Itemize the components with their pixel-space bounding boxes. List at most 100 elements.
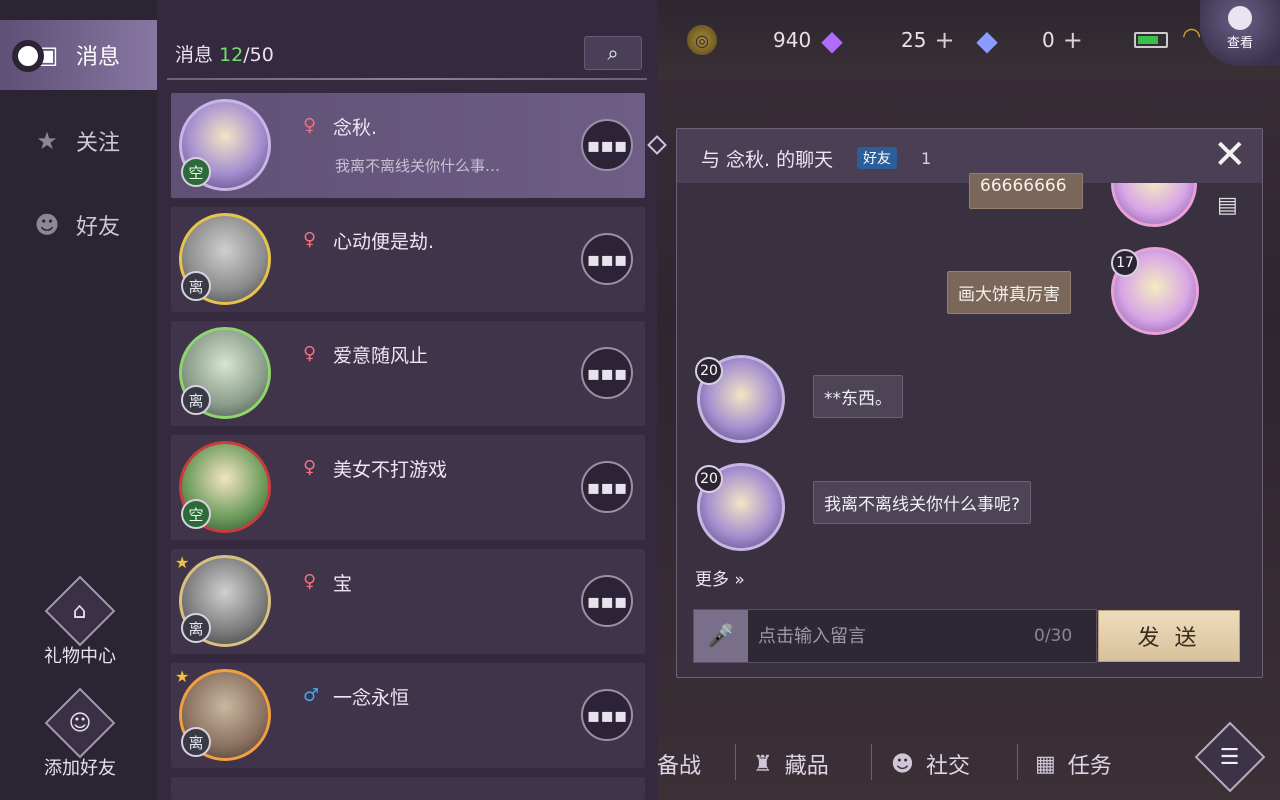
list-item[interactable]: 离 ♀ 心动便是劫. ▪▪▪ <box>171 207 645 312</box>
list-item[interactable]: ★ 离 ♀ 宝 ▪▪▪ <box>171 549 645 654</box>
menu-icon: ☰ <box>1220 744 1240 770</box>
profile-icon <box>1228 6 1252 30</box>
nav-friends[interactable]: ☻ 好友 <box>0 190 157 260</box>
message-bubble: 画大饼真厉害 <box>947 271 1071 314</box>
message-list-panel: 消息 12/50 ⌕ 空 ♀ 念秋. 我离不离线关你什么事… ▪▪▪ 离 ♀ 心… <box>157 0 657 800</box>
message-total: /50 <box>243 44 274 66</box>
nav-collection-label: 藏品 <box>784 754 829 779</box>
blue-gem-counter: ◆ 0 + <box>972 23 1083 57</box>
list-header: 消息 12/50 ⌕ <box>157 20 657 80</box>
female-icon: ♀ <box>303 457 317 478</box>
female-icon: ♀ <box>303 343 317 364</box>
status-badge: 空 <box>181 157 211 187</box>
view-label: 查看 <box>1226 36 1253 51</box>
gift-center-button[interactable]: ⌂ 礼物中心 <box>30 575 130 668</box>
nav-social[interactable]: ☻ 社交 <box>891 748 970 780</box>
chat-bubble-icon: ▪▪▪ <box>586 475 628 499</box>
level-badge: 20 <box>695 465 723 493</box>
status-badge: 离 <box>181 613 211 643</box>
battery-icon <box>1134 32 1168 48</box>
add-friend-button[interactable]: ☺ 添加好友 <box>30 687 130 780</box>
coin-counter: ◎ 940 <box>687 24 811 56</box>
chat-bubble-icon: ▪▪▪ <box>586 247 628 271</box>
friends-icon: ☻ <box>34 211 60 239</box>
bottom-nav: 备战 ♜ 藏品 ☻ 社交 ▦ 任务 ☰ <box>657 721 1280 800</box>
contact-name: 美女不打游戏 <box>333 459 448 481</box>
close-button[interactable]: ✕ <box>1213 135 1247 175</box>
list-item[interactable]: 空 ♀ 念秋. 我离不离线关你什么事… ▪▪▪ <box>171 93 645 198</box>
coin-value: 940 <box>773 28 812 52</box>
message-bubble: **东西。 <box>813 375 903 418</box>
status-badge: 离 <box>181 727 211 757</box>
contact-name: 宝 <box>333 573 353 595</box>
star-icon: ★ <box>36 127 58 155</box>
more-link[interactable]: 更多 » <box>695 565 745 590</box>
coin-icon: ◎ <box>687 25 717 55</box>
contact-name: 爱意随风止 <box>333 345 429 367</box>
purple-gem-icon: ◆ <box>821 23 843 57</box>
chat-panel: 与 念秋. 的聊天 好友 1 ✕ ▤ 66666666 画大饼真厉害 17 20… <box>676 128 1263 678</box>
chat-bubble-icon: ▪▪▪ <box>586 589 628 613</box>
microphone-icon: 🎤 <box>707 623 735 649</box>
gift-icon: ⌂ <box>73 598 87 624</box>
message-bubble: 66666666 <box>969 173 1083 209</box>
chat-button[interactable]: ▪▪▪ <box>581 575 633 627</box>
social-icon: ☻ <box>891 751 914 777</box>
add-user-icon: ☺ <box>68 710 92 736</box>
input-row: 🎤 0/30 <box>693 609 1097 663</box>
female-icon: ♀ <box>303 571 317 592</box>
contact-name: 心动便是劫. <box>333 231 435 253</box>
divider <box>871 744 872 780</box>
top-resource-bar: ◎ 940 ◆ 25 + ◆ 0 + ◠ <box>657 0 1280 80</box>
status-badge: 离 <box>181 385 211 415</box>
nav-prepare[interactable]: 备战 <box>657 748 701 780</box>
chat-bubble-icon: ▪▪▪ <box>586 703 628 727</box>
report-icon[interactable]: ▤ <box>1217 193 1238 218</box>
add-purple-gem-button[interactable]: + <box>934 26 954 54</box>
list-item[interactable]: 空 ♀ 美女不打游戏 ▪▪▪ <box>171 435 645 540</box>
blue-gem-icon: ◆ <box>976 23 998 57</box>
collection-icon: ♜ <box>753 751 773 777</box>
send-button[interactable]: 发 送 <box>1098 610 1240 662</box>
search-button[interactable]: ⌕ <box>584 36 642 70</box>
wifi-icon: ◠ <box>1182 24 1202 49</box>
tasks-icon: ▦ <box>1035 751 1056 777</box>
purple-gem-value: 25 <box>901 28 927 52</box>
divider <box>735 744 736 780</box>
chat-button[interactable]: ▪▪▪ <box>581 119 633 171</box>
blue-gem-value: 0 <box>1042 28 1055 52</box>
chat-bubble-icon: ▪▪▪ <box>586 133 628 157</box>
list-item[interactable]: 离 ♀ 爱意随风止 ▪▪▪ <box>171 321 645 426</box>
menu-button[interactable]: ☰ <box>1194 721 1266 793</box>
search-icon: ⌕ <box>607 41 619 65</box>
voice-button[interactable]: 🎤 <box>694 610 748 662</box>
nav-friends-label: 好友 <box>76 215 121 240</box>
add-blue-gem-button[interactable]: + <box>1063 26 1083 54</box>
message-input[interactable] <box>758 622 1018 650</box>
nav-tasks[interactable]: ▦ 任务 <box>1035 748 1112 780</box>
female-icon: ♀ <box>303 115 317 136</box>
chat-button[interactable]: ▪▪▪ <box>581 233 633 285</box>
status-badge: 离 <box>181 271 211 301</box>
divider <box>167 78 647 80</box>
chat-button[interactable]: ▪▪▪ <box>581 461 633 513</box>
nav-social-label: 社交 <box>925 754 970 779</box>
nav-prepare-label: 备战 <box>657 754 702 779</box>
level-badge: 17 <box>1111 249 1139 277</box>
nav-toggle[interactable] <box>12 40 44 72</box>
nav-tasks-label: 任务 <box>1067 754 1112 779</box>
contact-name: 念秋. <box>333 117 378 139</box>
female-icon: ♀ <box>303 229 317 250</box>
message-bubble: 我离不离线关你什么事呢? <box>813 481 1032 524</box>
list-item[interactable] <box>171 777 645 800</box>
chat-title: 与 念秋. 的聊天 <box>701 149 834 171</box>
list-item[interactable]: ★ 离 ♂ 一念永恒 ▪▪▪ <box>171 663 645 768</box>
nav-follow-label: 关注 <box>76 131 121 156</box>
star-icon: ★ <box>175 667 190 686</box>
level-badge: 20 <box>695 357 723 385</box>
chat-button[interactable]: ▪▪▪ <box>581 347 633 399</box>
nav-collection[interactable]: ♜ 藏品 <box>753 748 829 780</box>
nav-follow[interactable]: ★ 关注 <box>0 106 157 176</box>
chat-button[interactable]: ▪▪▪ <box>581 689 633 741</box>
char-counter: 0/30 <box>1034 626 1073 646</box>
